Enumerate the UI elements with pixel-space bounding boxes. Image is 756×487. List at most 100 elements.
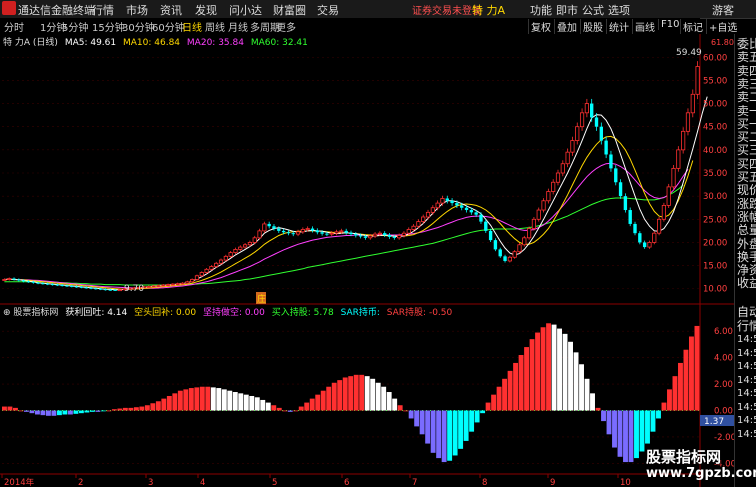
tick-list-item[interactable]: 14:56 [737, 360, 756, 373]
indicator-bar [34, 410, 40, 415]
candle-body [387, 235, 392, 237]
tick-list-item[interactable]: 自动 [737, 306, 756, 319]
candle-body [349, 232, 353, 235]
indicator-bar [678, 362, 683, 411]
indicator-icon[interactable]: ⊕ [3, 308, 11, 318]
candle-body [411, 225, 416, 230]
indicator-bar [7, 406, 13, 411]
ma10-polyline [4, 135, 694, 290]
indicator-bar [546, 323, 552, 411]
candle-body [618, 182, 623, 197]
indicator-bar [414, 410, 420, 427]
indicator-bar [177, 390, 183, 411]
indicator-bar [375, 382, 381, 411]
tick-list-item[interactable]: 行情 [737, 319, 756, 333]
candle-body [354, 234, 358, 236]
kline-chart[interactable]: 60.00 55.00 50.00 45.00 40.00 35.00 30.00 25.00… [0, 0, 734, 487]
candle-body [103, 289, 108, 291]
price-tick-label: 40.00 [703, 146, 727, 156]
event-marker[interactable]: 庄 [257, 293, 266, 305]
indicator-bar [672, 376, 678, 411]
candle-body [406, 229, 411, 234]
indicator-tick-label: -2.00 [714, 433, 734, 443]
tick-list-item[interactable]: 14:56 [737, 387, 756, 400]
indicator-bar [304, 402, 310, 411]
candle-body [377, 232, 382, 235]
candle-body [647, 242, 652, 248]
indicator-bar [645, 410, 650, 444]
indicator-bar [29, 410, 35, 414]
indicator-bar [100, 410, 106, 412]
indicator-bar [139, 406, 145, 411]
candle-body [401, 232, 407, 236]
tick-list-item[interactable]: 14:56 [737, 414, 756, 427]
candle-body [113, 289, 117, 291]
tick-list-item[interactable]: 14:56 [737, 428, 756, 441]
candle-body [642, 242, 647, 248]
indicator-bar [84, 410, 90, 413]
indicator-bar [656, 410, 661, 419]
indicator-bar [348, 376, 354, 411]
price-tick-label: 25.00 [703, 215, 727, 225]
candle-body [344, 230, 348, 233]
candle-body [300, 229, 305, 233]
indicator-bar [628, 410, 634, 463]
indicator-bar [95, 410, 101, 412]
quote-label: 卖四 [737, 63, 756, 78]
candle-body [305, 228, 310, 230]
indicator-bar [194, 387, 200, 411]
x-axis: 2014年 2 3 4 5 6 7 8 9 10 [0, 473, 700, 487]
indicator-bar [298, 406, 304, 411]
indicator-name[interactable]: 股票指标网 [13, 308, 58, 318]
tick-list-item[interactable]: 14:56 [737, 347, 756, 360]
x-axis-label: 10 [620, 478, 631, 487]
tick-list-item[interactable]: 14:56 [737, 333, 756, 346]
price-tick-label: 45.00 [703, 123, 727, 133]
candle-body [223, 255, 228, 261]
indicator-bar [232, 392, 238, 411]
ind-short-cover: 空头回补: 0.00 [134, 308, 197, 318]
candle-body [199, 272, 204, 277]
indicator-bar [381, 386, 387, 411]
indicator-bar [133, 407, 139, 411]
quote-label: 买四 [737, 156, 756, 171]
quote-label: 收益 [737, 276, 756, 291]
candle-body [315, 230, 319, 233]
indicator-bar [221, 389, 227, 411]
indicator-bar [463, 410, 469, 441]
indicator-bar [183, 389, 189, 411]
candle-body [295, 231, 301, 235]
candle-body [218, 259, 224, 264]
candle-body [681, 130, 686, 151]
candle-body [31, 281, 35, 283]
indicator-bar [249, 395, 255, 411]
indicator-bar [18, 410, 24, 412]
indicator-bar [166, 395, 172, 411]
candle-body [252, 237, 257, 243]
indicator-bar [584, 378, 590, 411]
tick-list-item[interactable]: 14:56 [737, 374, 756, 387]
indicator-bar [161, 398, 167, 411]
indicator-bar [199, 386, 205, 411]
indicator-bar [513, 362, 519, 411]
indicator-bar [260, 399, 266, 411]
price-tick-label: 50.00 [703, 100, 727, 110]
candle-body [7, 278, 12, 280]
ma5-polyline [4, 96, 708, 291]
indicator-bar [353, 374, 359, 411]
indicator-bar [150, 403, 156, 411]
ind-profit-take: 获利回吐: 4.14 [65, 308, 128, 318]
candle-body [628, 210, 632, 224]
indicator-legend: ⊕ 股票指标网 获利回吐: 4.14 空头回补: 0.00 坚持做空: 0.00… [0, 305, 700, 318]
candle-body [17, 279, 21, 281]
x-axis-label: 9 [550, 478, 555, 487]
candle-body [325, 233, 329, 235]
candle-body [257, 230, 262, 239]
candle-body [46, 283, 50, 285]
tick-list-item[interactable]: 14:56 [737, 401, 756, 414]
candle-body [175, 283, 180, 286]
indicator-bar [122, 407, 128, 411]
candle-body [2, 279, 7, 281]
quote-label: 买二 [737, 130, 756, 145]
quote-label: 卖一 [737, 103, 756, 118]
